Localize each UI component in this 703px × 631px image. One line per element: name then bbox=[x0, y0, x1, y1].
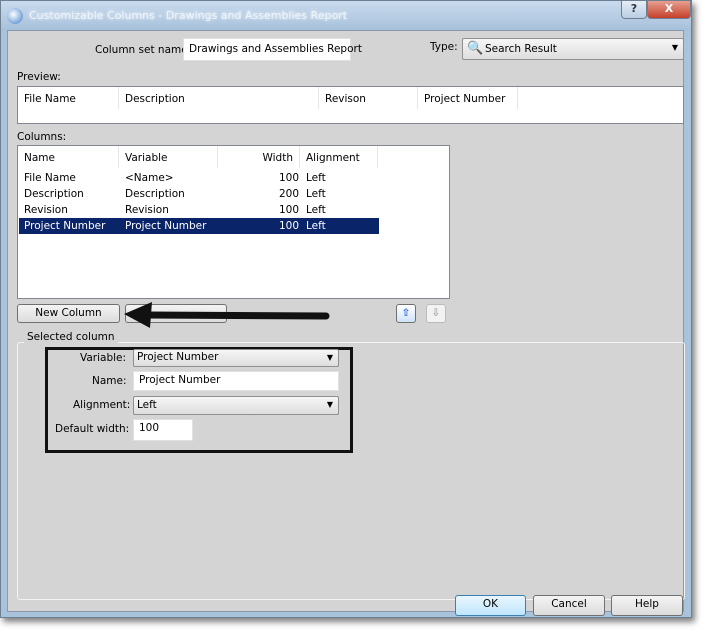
chevron-down-icon: ▼ bbox=[671, 43, 678, 52]
close-button[interactable]: X bbox=[647, 1, 691, 19]
columns-header-variable[interactable]: Variable bbox=[119, 146, 218, 168]
window-title: Customizable Columns - Drawings and Asse… bbox=[29, 9, 348, 22]
columns-header-name[interactable]: Name bbox=[18, 146, 119, 168]
column-set-name-label: Column set name: bbox=[95, 44, 192, 56]
type-combo[interactable]: 🔍 Search Result ▼ bbox=[462, 38, 684, 60]
column-cell-width: 100 bbox=[278, 204, 299, 216]
preview-header-file-name[interactable]: File Name bbox=[18, 87, 119, 109]
column-row[interactable]: Description Description 200 Left bbox=[19, 186, 379, 202]
alignment-label: Alignment: bbox=[73, 399, 131, 411]
column-cell-alignment: Left bbox=[306, 220, 326, 232]
variable-label: Variable: bbox=[80, 352, 127, 364]
default-width-input[interactable]: 100 bbox=[133, 419, 193, 441]
type-value: Search Result bbox=[485, 43, 557, 55]
column-cell-width: 100 bbox=[278, 220, 299, 232]
column-cell-variable: Project Number bbox=[125, 220, 207, 232]
move-down-button[interactable]: ⇩ bbox=[426, 304, 446, 323]
columns-list[interactable]: Name Variable Width Alignment File Name <… bbox=[17, 145, 450, 299]
arrow-up-icon: ⇧ bbox=[401, 307, 411, 319]
column-cell-variable: Revision bbox=[125, 204, 169, 216]
preview-label: Preview: bbox=[17, 71, 61, 83]
magnifier-icon: 🔍 bbox=[467, 41, 484, 56]
chevron-down-icon: ▼ bbox=[326, 400, 333, 409]
column-cell-width: 100 bbox=[278, 172, 299, 184]
column-cell-variable: Description bbox=[125, 188, 185, 200]
type-label: Type: bbox=[430, 41, 458, 53]
column-cell-name: Description bbox=[24, 188, 84, 200]
default-width-label: Default width: bbox=[55, 423, 130, 435]
column-row[interactable]: Revision Revision 100 Left bbox=[19, 202, 379, 218]
columns-label: Columns: bbox=[17, 131, 67, 143]
columns-header-alignment[interactable]: Alignment bbox=[300, 146, 378, 168]
columns-header-width[interactable]: Width bbox=[218, 146, 300, 168]
column-cell-name: File Name bbox=[24, 172, 76, 184]
column-cell-variable: <Name> bbox=[125, 172, 174, 184]
column-cell-alignment: Left bbox=[306, 188, 326, 200]
variable-combo[interactable]: Project Number ▼ bbox=[133, 349, 339, 367]
column-cell-alignment: Left bbox=[306, 204, 326, 216]
new-column-button[interactable]: New Column bbox=[17, 304, 120, 323]
column-row[interactable]: Project Number Project Number 100 Left bbox=[19, 218, 379, 234]
arrow-down-icon: ⇩ bbox=[431, 307, 441, 319]
preview-header-description[interactable]: Description bbox=[119, 87, 319, 109]
variable-value: Project Number bbox=[137, 351, 219, 363]
preview-list: File Name Description Revison Project Nu… bbox=[17, 86, 684, 124]
annotation-arrow bbox=[124, 302, 330, 328]
column-cell-alignment: Left bbox=[306, 172, 326, 184]
app-icon bbox=[7, 8, 23, 24]
selected-column-label: Selected column bbox=[24, 331, 118, 343]
chevron-down-icon: ▼ bbox=[326, 353, 333, 362]
name-label: Name: bbox=[92, 375, 127, 387]
name-input[interactable]: Project Number bbox=[133, 371, 339, 391]
alignment-value: Left bbox=[137, 399, 157, 411]
title-bar: Customizable Columns - Drawings and Asse… bbox=[1, 1, 691, 31]
column-cell-name: Project Number bbox=[24, 220, 106, 232]
help-button[interactable]: Help bbox=[611, 595, 683, 616]
column-set-name-input[interactable]: Drawings and Assemblies Report bbox=[183, 38, 362, 61]
ok-button[interactable]: OK bbox=[455, 595, 526, 616]
move-up-button[interactable]: ⇧ bbox=[396, 304, 416, 323]
alignment-combo[interactable]: Left ▼ bbox=[133, 396, 339, 415]
column-row[interactable]: File Name <Name> 100 Left bbox=[19, 170, 379, 186]
help-title-button[interactable]: ? bbox=[621, 1, 647, 19]
preview-header-project-number[interactable]: Project Number bbox=[418, 87, 518, 109]
column-cell-width: 200 bbox=[278, 188, 299, 200]
preview-header-revison[interactable]: Revison bbox=[319, 87, 418, 109]
column-cell-name: Revision bbox=[24, 204, 68, 216]
cancel-button[interactable]: Cancel bbox=[533, 595, 605, 616]
